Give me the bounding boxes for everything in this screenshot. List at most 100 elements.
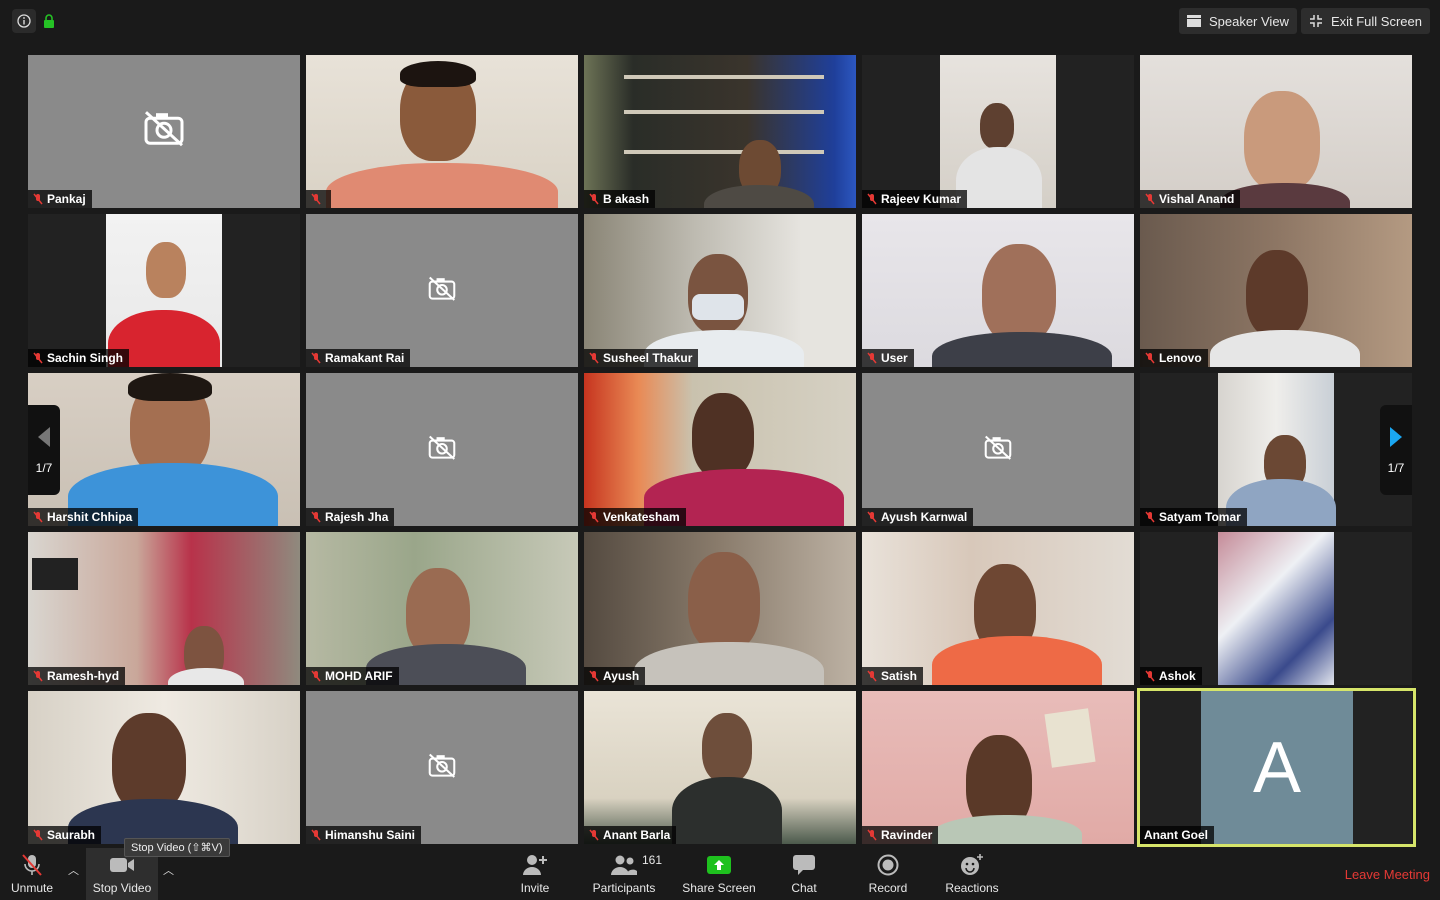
- chevron-right-icon: [1390, 427, 1402, 447]
- participant-tile[interactable]: Lenovo: [1140, 214, 1412, 367]
- muted-mic-icon: [867, 670, 877, 682]
- previous-page-button[interactable]: 1/7: [28, 405, 60, 495]
- page-indicator-left: 1/7: [35, 461, 53, 475]
- participant-name-tag: Susheel Thakur: [584, 349, 699, 367]
- invite-button[interactable]: Invite: [510, 848, 560, 900]
- muted-mic-icon: [867, 352, 877, 364]
- muted-mic-icon: [33, 670, 43, 682]
- muted-mic-icon: [311, 511, 321, 523]
- exit-full-screen-label: Exit Full Screen: [1330, 13, 1422, 29]
- participant-tile[interactable]: Vishal Anand: [1140, 55, 1412, 208]
- participant-name: Pankaj: [47, 192, 86, 206]
- participant-name: Satish: [881, 669, 918, 683]
- participant-name-tag: Rajeev Kumar: [862, 190, 968, 208]
- leave-meeting-button[interactable]: Leave Meeting: [1345, 867, 1430, 882]
- participant-tile[interactable]: Himanshu Saini: [306, 691, 578, 844]
- video-off-icon: [428, 276, 456, 301]
- participant-tile[interactable]: Ayush: [584, 532, 856, 685]
- info-icon: [17, 14, 31, 28]
- audio-options-chevron-icon[interactable]: ︿: [68, 862, 79, 878]
- share-screen-label: Share Screen: [682, 881, 756, 895]
- participant-name: Rajesh Jha: [325, 510, 389, 524]
- meeting-info-area: [12, 9, 56, 33]
- participant-tile[interactable]: Ashok: [1140, 532, 1412, 685]
- add-person-icon: [523, 855, 547, 875]
- muted-mic-icon: [867, 193, 877, 205]
- encryption-lock-button[interactable]: [42, 9, 56, 33]
- participant-name-tag: Venkatesham: [584, 508, 686, 526]
- chat-bubble-icon: [793, 855, 815, 875]
- chat-button[interactable]: Chat: [784, 848, 824, 900]
- speaker-view-button[interactable]: Speaker View: [1178, 8, 1297, 34]
- participant-name-tag: Vishal Anand: [1140, 190, 1241, 208]
- muted-mic-icon: [33, 352, 43, 364]
- participant-name: Ramakant Rai: [325, 351, 405, 365]
- participant-name: MOHD ARIF: [325, 669, 393, 683]
- muted-mic-icon: [311, 829, 321, 841]
- participant-name-tag: [306, 190, 331, 208]
- reactions-button[interactable]: Reactions: [942, 848, 1002, 900]
- participant-tile[interactable]: Anant Barla: [584, 691, 856, 844]
- unmute-button[interactable]: Unmute: [6, 848, 58, 900]
- participant-tile[interactable]: Ramakant Rai: [306, 214, 578, 367]
- participant-tile[interactable]: Satyam Tomar: [1140, 373, 1412, 526]
- participant-name: Anant Barla: [603, 828, 671, 842]
- participant-name-tag: Satish: [862, 667, 924, 685]
- participant-name: User: [881, 351, 908, 365]
- video-options-chevron-icon[interactable]: ︿: [163, 862, 174, 878]
- muted-mic-icon: [867, 829, 877, 841]
- participant-name: Vishal Anand: [1159, 192, 1235, 206]
- invite-label: Invite: [520, 881, 550, 895]
- participant-tile[interactable]: B akash: [584, 55, 856, 208]
- participant-tile[interactable]: Sachin Singh: [28, 214, 300, 367]
- participant-tile[interactable]: User: [862, 214, 1134, 367]
- participant-name-tag: Pankaj: [28, 190, 92, 208]
- video-camera-icon: [110, 858, 134, 872]
- muted-mic-icon: [311, 670, 321, 682]
- muted-mic-icon: [311, 352, 321, 364]
- record-button[interactable]: Record: [866, 848, 910, 900]
- participants-label: Participants: [592, 881, 656, 895]
- participant-name: Susheel Thakur: [603, 351, 693, 365]
- participant-tile[interactable]: Pankaj: [28, 55, 300, 208]
- participant-name: Venkatesham: [603, 510, 680, 524]
- video-off-icon: [144, 110, 184, 146]
- participant-name-tag: Ashok: [1140, 667, 1202, 685]
- next-page-button[interactable]: 1/7: [1380, 405, 1412, 495]
- meeting-info-button[interactable]: [12, 9, 36, 33]
- participant-tile[interactable]: Rajeev Kumar: [862, 55, 1134, 208]
- participant-tile[interactable]: Susheel Thakur: [584, 214, 856, 367]
- participant-tile[interactable]: Saurabh: [28, 691, 300, 844]
- muted-mic-icon: [33, 193, 43, 205]
- participant-name: Ashok: [1159, 669, 1196, 683]
- shield-lock-icon: [44, 14, 54, 28]
- participant-tile[interactable]: Ayush Karnwal: [862, 373, 1134, 526]
- chevron-left-icon: [38, 427, 50, 447]
- participant-name: Rajeev Kumar: [881, 192, 962, 206]
- share-screen-icon: [707, 856, 731, 874]
- participant-name-tag: Himanshu Saini: [306, 826, 422, 844]
- participant-tile[interactable]: Rajesh Jha: [306, 373, 578, 526]
- share-screen-button[interactable]: Share Screen: [680, 848, 758, 900]
- muted-microphone-icon: [22, 854, 42, 876]
- participant-tile[interactable]: MOHD ARIF: [306, 532, 578, 685]
- participant-tile[interactable]: Ravinder: [862, 691, 1134, 844]
- muted-mic-icon: [1145, 193, 1155, 205]
- participant-name: B akash: [603, 192, 650, 206]
- participant-name-tag: MOHD ARIF: [306, 667, 399, 685]
- muted-mic-icon: [1145, 511, 1155, 523]
- participant-name-tag: B akash: [584, 190, 656, 208]
- participants-count-badge: 161: [642, 853, 663, 867]
- video-off-icon: [428, 435, 456, 460]
- stop-video-label: Stop Video: [92, 881, 152, 895]
- participant-tile[interactable]: Harshit Chhipa: [28, 373, 300, 526]
- muted-mic-icon: [867, 511, 877, 523]
- page-indicator-right: 1/7: [1387, 461, 1405, 475]
- participant-tile[interactable]: Ramesh-hyd: [28, 532, 300, 685]
- exit-full-screen-button[interactable]: Exit Full Screen: [1300, 8, 1430, 34]
- participant-tile[interactable]: Venkatesham: [584, 373, 856, 526]
- participant-name-tag: Ravinder: [862, 826, 939, 844]
- muted-mic-icon: [589, 670, 599, 682]
- participant-tile[interactable]: Satish: [862, 532, 1134, 685]
- participant-tile[interactable]: [306, 55, 578, 208]
